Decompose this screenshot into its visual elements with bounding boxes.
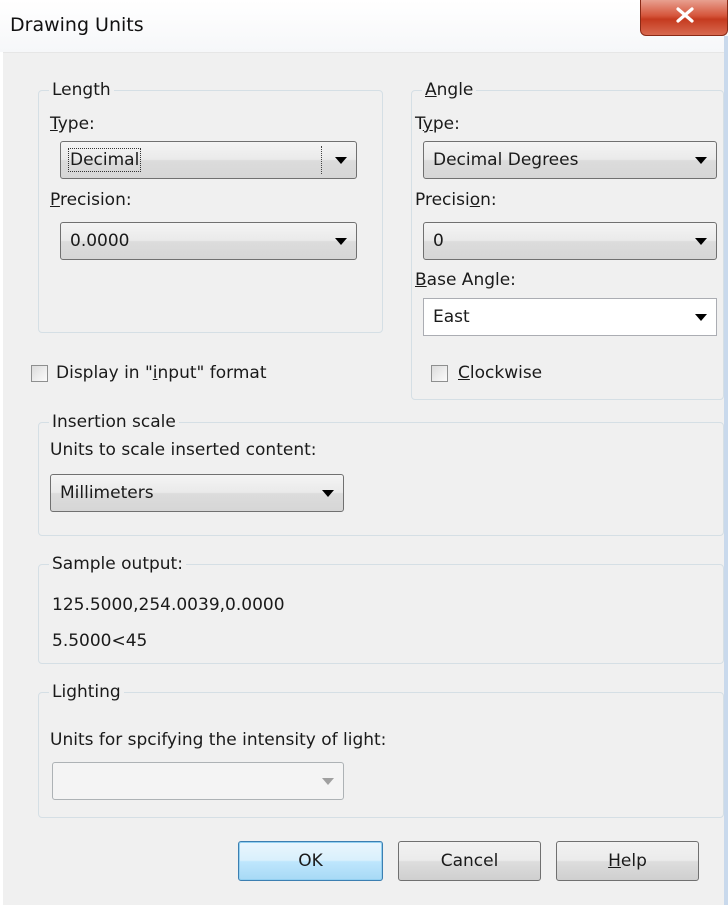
- sample-output-line-2: 5.5000<45: [52, 631, 148, 651]
- clockwise-label: Clockwise: [458, 363, 543, 383]
- sample-output-line-1: 125.5000,254.0039,0.0000: [52, 595, 285, 615]
- length-type-label: Type:: [50, 114, 95, 134]
- ok-button[interactable]: OK: [238, 841, 383, 881]
- display-input-format-checkbox[interactable]: [31, 365, 48, 382]
- insertion-units-label: Units to scale inserted content:: [50, 440, 317, 460]
- clockwise-checkbox[interactable]: [431, 365, 448, 382]
- base-angle-label: Base Angle:: [415, 270, 516, 290]
- close-button[interactable]: [640, 0, 728, 36]
- help-button[interactable]: Help: [556, 841, 699, 881]
- angle-type-label: Type:: [415, 114, 460, 134]
- lighting-legend: Lighting: [52, 682, 121, 702]
- window-title: Drawing Units: [10, 14, 144, 36]
- angle-precision-value: 0: [433, 231, 444, 251]
- window-frame-left: [0, 52, 3, 905]
- chevron-down-icon: [335, 238, 347, 245]
- insertion-units-value: Millimeters: [60, 483, 154, 503]
- lighting-units-label: Units for spcifying the intensity of lig…: [50, 730, 387, 750]
- base-angle-value: East: [433, 307, 470, 327]
- length-legend: Length: [52, 80, 111, 100]
- angle-precision-label: Precision:: [415, 190, 497, 210]
- chevron-down-icon: [695, 157, 707, 164]
- length-type-value: Decimal: [67, 148, 142, 172]
- base-angle-select[interactable]: East: [423, 298, 717, 336]
- close-x-icon: [676, 7, 694, 23]
- length-precision-select[interactable]: 0.0000: [60, 222, 357, 260]
- lighting-units-select[interactable]: [52, 762, 344, 800]
- angle-precision-select[interactable]: 0: [423, 222, 717, 260]
- display-input-format-label: Display in "input" format: [56, 363, 267, 383]
- chevron-down-icon: [322, 778, 334, 785]
- chevron-down-icon: [695, 238, 707, 245]
- insertion-scale-legend: Insertion scale: [52, 412, 176, 432]
- chevron-down-icon: [335, 157, 347, 164]
- chevron-down-icon: [695, 314, 707, 321]
- length-precision-value: 0.0000: [70, 231, 130, 251]
- sample-output-legend: Sample output:: [52, 554, 183, 574]
- insertion-units-select[interactable]: Millimeters: [50, 474, 344, 512]
- angle-type-select[interactable]: Decimal Degrees: [423, 141, 717, 179]
- chevron-down-icon: [322, 490, 334, 497]
- cancel-button[interactable]: Cancel: [398, 841, 541, 881]
- length-precision-label: Precision:: [50, 190, 132, 210]
- angle-legend: Angle: [425, 80, 474, 100]
- length-type-select[interactable]: Decimal: [60, 141, 357, 179]
- angle-type-value: Decimal Degrees: [433, 150, 579, 170]
- window-frame-right: [724, 36, 728, 905]
